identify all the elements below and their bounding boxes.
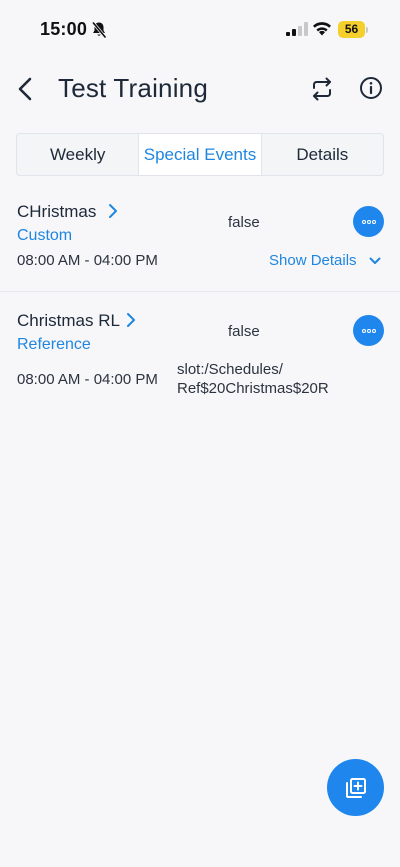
event-type: Custom (17, 227, 73, 244)
chevron-down-icon (369, 257, 381, 264)
show-details-label: Show Details (269, 252, 357, 269)
signal-icon (286, 22, 308, 36)
event-time-range: 08:00 AM - 04:00 PM (17, 252, 158, 269)
event-name[interactable]: CHristmas (17, 202, 96, 222)
event-value: false (228, 323, 260, 340)
tab-details[interactable]: Details (262, 134, 383, 175)
chevron-right-icon[interactable] (125, 312, 137, 328)
add-copy-icon (345, 777, 366, 798)
battery-indicator: 56 (338, 21, 368, 38)
event-slot-path-line: slot:/Schedules/ (177, 361, 283, 378)
special-event-row: CHristmas Custom false 08:00 AM - 04:00 … (0, 190, 400, 292)
event-more-button[interactable] (353, 315, 384, 346)
tab-special-events[interactable]: Special Events (139, 134, 262, 175)
battery-level: 56 (338, 21, 365, 38)
tab-bar: Weekly Special Events Details (16, 133, 384, 176)
event-type: Reference (17, 336, 91, 353)
special-event-row: Christmas RL Reference false 08:00 AM - … (0, 300, 400, 410)
back-arrow-icon[interactable] (15, 76, 37, 102)
bell-muted-icon (91, 21, 107, 39)
event-slot-path-line: Ref$20Christmas$20R (177, 380, 329, 397)
tab-weekly[interactable]: Weekly (17, 134, 140, 175)
wifi-icon (313, 22, 331, 36)
info-icon[interactable] (359, 76, 383, 100)
status-bar: 15:00 56 (0, 0, 400, 60)
more-dots-icon (361, 219, 376, 224)
status-time: 15:00 (40, 19, 88, 39)
app-header: Test Training (0, 62, 400, 118)
chevron-right-icon[interactable] (107, 203, 119, 219)
page-title: Test Training (58, 73, 209, 103)
event-time-range: 08:00 AM - 04:00 PM (17, 371, 158, 388)
event-name[interactable]: Christmas RL (17, 311, 120, 331)
add-event-button[interactable] (327, 759, 384, 816)
event-more-button[interactable] (353, 206, 384, 237)
show-details-toggle[interactable]: Show Details (269, 252, 381, 269)
more-dots-icon (361, 328, 376, 333)
battery-tip (366, 27, 368, 33)
event-value: false (228, 214, 260, 231)
event-slot-path: slot:/Schedules/ Ref$20Christmas$20R (177, 360, 329, 398)
swap-icon[interactable] (309, 76, 335, 102)
